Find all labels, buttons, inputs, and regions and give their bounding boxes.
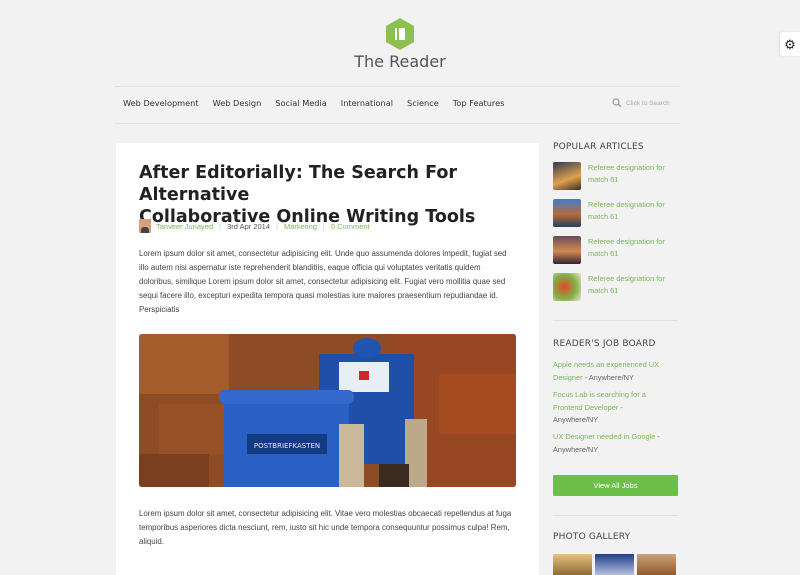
popular-article-thumb[interactable] [553,273,581,301]
job-location: Anywhere/NY [553,415,599,424]
job-location: - [655,432,660,441]
search-icon [612,98,622,108]
nav-item-top-features[interactable]: Top Features [453,98,505,112]
logo-icon[interactable] [383,17,417,51]
popular-article-thumb[interactable] [553,199,581,227]
gallery-photo[interactable] [637,554,676,575]
gallery-photo[interactable] [553,554,592,575]
article-image: POSTBRIEFKASTEN [139,334,516,487]
gear-icon: ⚙ [784,36,796,52]
popular-article-title[interactable]: Referee designation for match 61 [588,162,678,190]
popular-article-thumb[interactable] [553,236,581,264]
category-link[interactable]: Marketing [284,222,317,231]
meta-separator: | [219,221,222,231]
photo-gallery [553,554,679,575]
popular-article-item[interactable]: Referee designation for match 61 [553,162,678,190]
popular-articles-heading: POPULAR ARTICLES [553,142,644,152]
mailbox-illustration: POSTBRIEFKASTEN [139,334,516,487]
job-listing[interactable]: UX Designer needed in Google - Anywhere/N… [553,431,678,456]
job-listing[interactable]: Apple needs an experienced UX Designer - … [553,359,678,384]
meta-separator: | [276,221,278,231]
search-box[interactable]: Click to Search [612,98,670,108]
header-divider [115,86,680,87]
nav-item-web-development[interactable]: Web Development [123,98,199,112]
settings-gear-button[interactable]: ⚙ [780,32,800,56]
nav-item-science[interactable]: Science [407,98,439,112]
article-date: 3rd Apr 2014 [227,221,271,231]
job-location: Anywhere/NY [553,444,599,454]
job-location: - [618,402,623,412]
photo-gallery-heading: PHOTO GALLERY [553,532,631,542]
search-placeholder[interactable]: Click to Search [626,100,670,107]
popular-article-title[interactable]: Referee designation for match 61 [588,236,678,264]
popular-article-title[interactable]: Referee designation for match 61 [588,273,678,301]
nav-divider [115,123,680,124]
popular-article-item[interactable]: Referee designation for match 61 [553,273,678,301]
author-link[interactable]: Tanveer Junayed [156,222,213,231]
nav-item-social-media[interactable]: Social Media [275,98,326,112]
main-nav: Web Development Web Design Social Media … [116,98,518,112]
site-title[interactable]: The Reader [0,52,800,71]
view-all-jobs-button[interactable]: View All Jobs [553,475,678,496]
nav-item-international[interactable]: International [341,98,393,112]
mailbox-label: POSTBRIEFKASTEN [254,442,320,450]
popular-article-thumb[interactable] [553,162,581,190]
popular-article-item[interactable]: Referee designation for match 61 [553,236,678,264]
sidebar-divider [553,515,678,516]
article-meta: Tanveer Junayed | 3rd Apr 2014 | Marketi… [139,219,370,233]
comments-link[interactable]: 0 Comment [331,222,370,231]
job-location: - Anywhere/NY [582,372,634,382]
job-listing[interactable]: Focus Lab is searching for a Frontend Dev… [553,389,678,427]
popular-article-item[interactable]: Referee designation for match 61 [553,199,678,227]
job-title[interactable]: UX Designer needed in Google [553,432,655,441]
meta-separator: | [322,221,325,231]
gallery-photo[interactable] [595,554,634,575]
site-header: The Reader [0,0,800,86]
article-paragraph: Lorem ipsum dolor sit amet, consectetur … [139,249,507,314]
sidebar-divider [553,320,678,321]
job-board-heading: READER'S JOB BOARD [553,339,656,349]
popular-article-title[interactable]: Referee designation for match 61 [588,199,678,227]
author-avatar [139,219,151,233]
article-card: After Editorially: The Search For Altern… [116,143,539,575]
article-paragraph: Lorem ipsum dolor sit amet, consectetur … [139,509,512,546]
nav-item-web-design[interactable]: Web Design [213,98,262,112]
job-title[interactable]: Focus Lab is searching for a Frontend Dev… [553,390,646,412]
